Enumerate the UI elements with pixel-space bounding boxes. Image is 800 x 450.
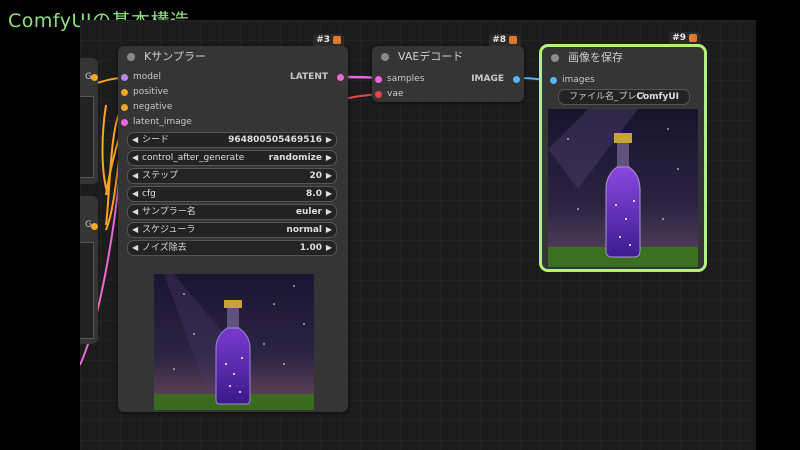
fox-icon bbox=[333, 35, 341, 44]
starry-bottle-preview-image bbox=[154, 274, 314, 410]
ksampler-title[interactable]: Kサンプラー bbox=[118, 46, 348, 68]
left-node-top-text-area[interactable] bbox=[80, 96, 94, 178]
steps-value: 20 bbox=[309, 171, 322, 181]
left-node-bottom-text-area[interactable] bbox=[80, 242, 94, 339]
sampler-name-value: euler bbox=[295, 207, 322, 217]
left-node-bottom-fragment[interactable]: G bbox=[80, 196, 98, 344]
ksampler-input-latent-image: latent_image bbox=[133, 117, 192, 127]
increment-arrow-icon[interactable]: ▶ bbox=[326, 205, 332, 219]
filename-prefix-widget[interactable]: ファイル名_プレフ ComfyUI bbox=[558, 89, 690, 105]
scheduler-label: スケジューラ bbox=[142, 225, 196, 235]
seed-label: シード bbox=[142, 135, 170, 145]
vae-decode-output-image: IMAGE bbox=[471, 74, 504, 84]
vae-decode-input-vae: vae bbox=[387, 89, 404, 99]
vae-decode-badge: #8 bbox=[489, 34, 520, 46]
denoise-widget[interactable]: ◀ ノイズ除去 1.00 ▶ bbox=[127, 240, 337, 256]
ksampler-node[interactable]: #3 Kサンプラー model positive negative latent… bbox=[118, 34, 348, 412]
sampler-name-widget[interactable]: ◀ サンプラー名 euler ▶ bbox=[127, 204, 337, 220]
decrement-arrow-icon[interactable]: ◀ bbox=[132, 133, 138, 147]
control-after-generate-widget[interactable]: ◀ control_after_generate randomize ▶ bbox=[127, 150, 337, 166]
increment-arrow-icon[interactable]: ▶ bbox=[326, 169, 332, 183]
save-image-badge: #9 bbox=[669, 32, 700, 44]
node-collapse-dot-icon[interactable] bbox=[551, 54, 559, 62]
ksampler-title-text: Kサンプラー bbox=[144, 50, 206, 63]
scheduler-value: normal bbox=[286, 225, 322, 235]
filename-prefix-label: ファイル名_プレフ bbox=[569, 92, 646, 102]
left-node-bottom-output-socket[interactable] bbox=[91, 223, 98, 230]
cfg-label: cfg bbox=[142, 189, 156, 199]
cfg-value: 8.0 bbox=[306, 189, 322, 199]
ksampler-output-latent-socket[interactable] bbox=[337, 74, 344, 81]
seed-value: 964800505469516 bbox=[228, 135, 322, 145]
ksampler-input-model: model bbox=[133, 72, 162, 82]
cfg-widget[interactable]: ◀ cfg 8.0 ▶ bbox=[127, 186, 337, 202]
control-after-generate-value: randomize bbox=[268, 153, 322, 163]
ksampler-input-latent-socket[interactable] bbox=[121, 119, 128, 126]
ksampler-input-positive: positive bbox=[133, 87, 169, 97]
left-node-top-output-socket[interactable] bbox=[91, 74, 98, 81]
vae-decode-title-text: VAEデコード bbox=[398, 50, 464, 63]
steps-label: ステップ bbox=[142, 171, 179, 181]
save-image-title-text: 画像を保存 bbox=[568, 51, 623, 64]
decrement-arrow-icon[interactable]: ◀ bbox=[132, 241, 138, 255]
save-image-input-images-socket[interactable] bbox=[550, 77, 557, 84]
vae-decode-title[interactable]: VAEデコード bbox=[372, 46, 524, 68]
save-image-title[interactable]: 画像を保存 bbox=[542, 47, 704, 69]
decrement-arrow-icon[interactable]: ◀ bbox=[132, 151, 138, 165]
node-graph-canvas[interactable]: G G #3 Kサンプラー model positive negative la… bbox=[80, 20, 756, 450]
increment-arrow-icon[interactable]: ▶ bbox=[326, 187, 332, 201]
starry-bottle-output-image bbox=[548, 109, 698, 267]
vae-decode-node[interactable]: #8 VAEデコード samples vae IMAGE bbox=[372, 34, 524, 102]
fox-icon bbox=[689, 33, 697, 42]
steps-widget[interactable]: ◀ ステップ 20 ▶ bbox=[127, 168, 337, 184]
decrement-arrow-icon[interactable]: ◀ bbox=[132, 169, 138, 183]
vae-decode-input-samples: samples bbox=[387, 74, 425, 84]
ksampler-input-model-socket[interactable] bbox=[121, 74, 128, 81]
ksampler-input-positive-socket[interactable] bbox=[121, 89, 128, 96]
vae-decode-output-image-socket[interactable] bbox=[513, 76, 520, 83]
left-node-top-fragment[interactable]: G bbox=[80, 58, 98, 184]
vae-decode-input-samples-socket[interactable] bbox=[375, 76, 382, 83]
control-after-generate-label: control_after_generate bbox=[142, 153, 245, 163]
increment-arrow-icon[interactable]: ▶ bbox=[326, 223, 332, 237]
increment-arrow-icon[interactable]: ▶ bbox=[326, 133, 332, 147]
decrement-arrow-icon[interactable]: ◀ bbox=[132, 223, 138, 237]
increment-arrow-icon[interactable]: ▶ bbox=[326, 241, 332, 255]
increment-arrow-icon[interactable]: ▶ bbox=[326, 151, 332, 165]
vae-decode-input-vae-socket[interactable] bbox=[375, 91, 382, 98]
sampler-name-label: サンプラー名 bbox=[142, 207, 196, 217]
decrement-arrow-icon[interactable]: ◀ bbox=[132, 205, 138, 219]
seed-widget[interactable]: ◀ シード 964800505469516 ▶ bbox=[127, 132, 337, 148]
denoise-label: ノイズ除去 bbox=[142, 243, 187, 253]
ksampler-output-latent: LATENT bbox=[290, 72, 328, 82]
save-image-node[interactable]: #9 画像を保存 images ファイル名_プレフ ComfyUI bbox=[539, 32, 707, 272]
node-collapse-dot-icon[interactable] bbox=[381, 53, 389, 61]
ksampler-input-negative-socket[interactable] bbox=[121, 104, 128, 111]
filename-prefix-value: ComfyUI bbox=[636, 92, 679, 102]
node-collapse-dot-icon[interactable] bbox=[127, 53, 135, 61]
denoise-value: 1.00 bbox=[299, 243, 322, 253]
ksampler-badge: #3 bbox=[313, 34, 344, 46]
fox-icon bbox=[509, 35, 517, 44]
scheduler-widget[interactable]: ◀ スケジューラ normal ▶ bbox=[127, 222, 337, 238]
ksampler-input-negative: negative bbox=[133, 102, 173, 112]
save-image-input-images: images bbox=[562, 75, 595, 85]
decrement-arrow-icon[interactable]: ◀ bbox=[132, 187, 138, 201]
